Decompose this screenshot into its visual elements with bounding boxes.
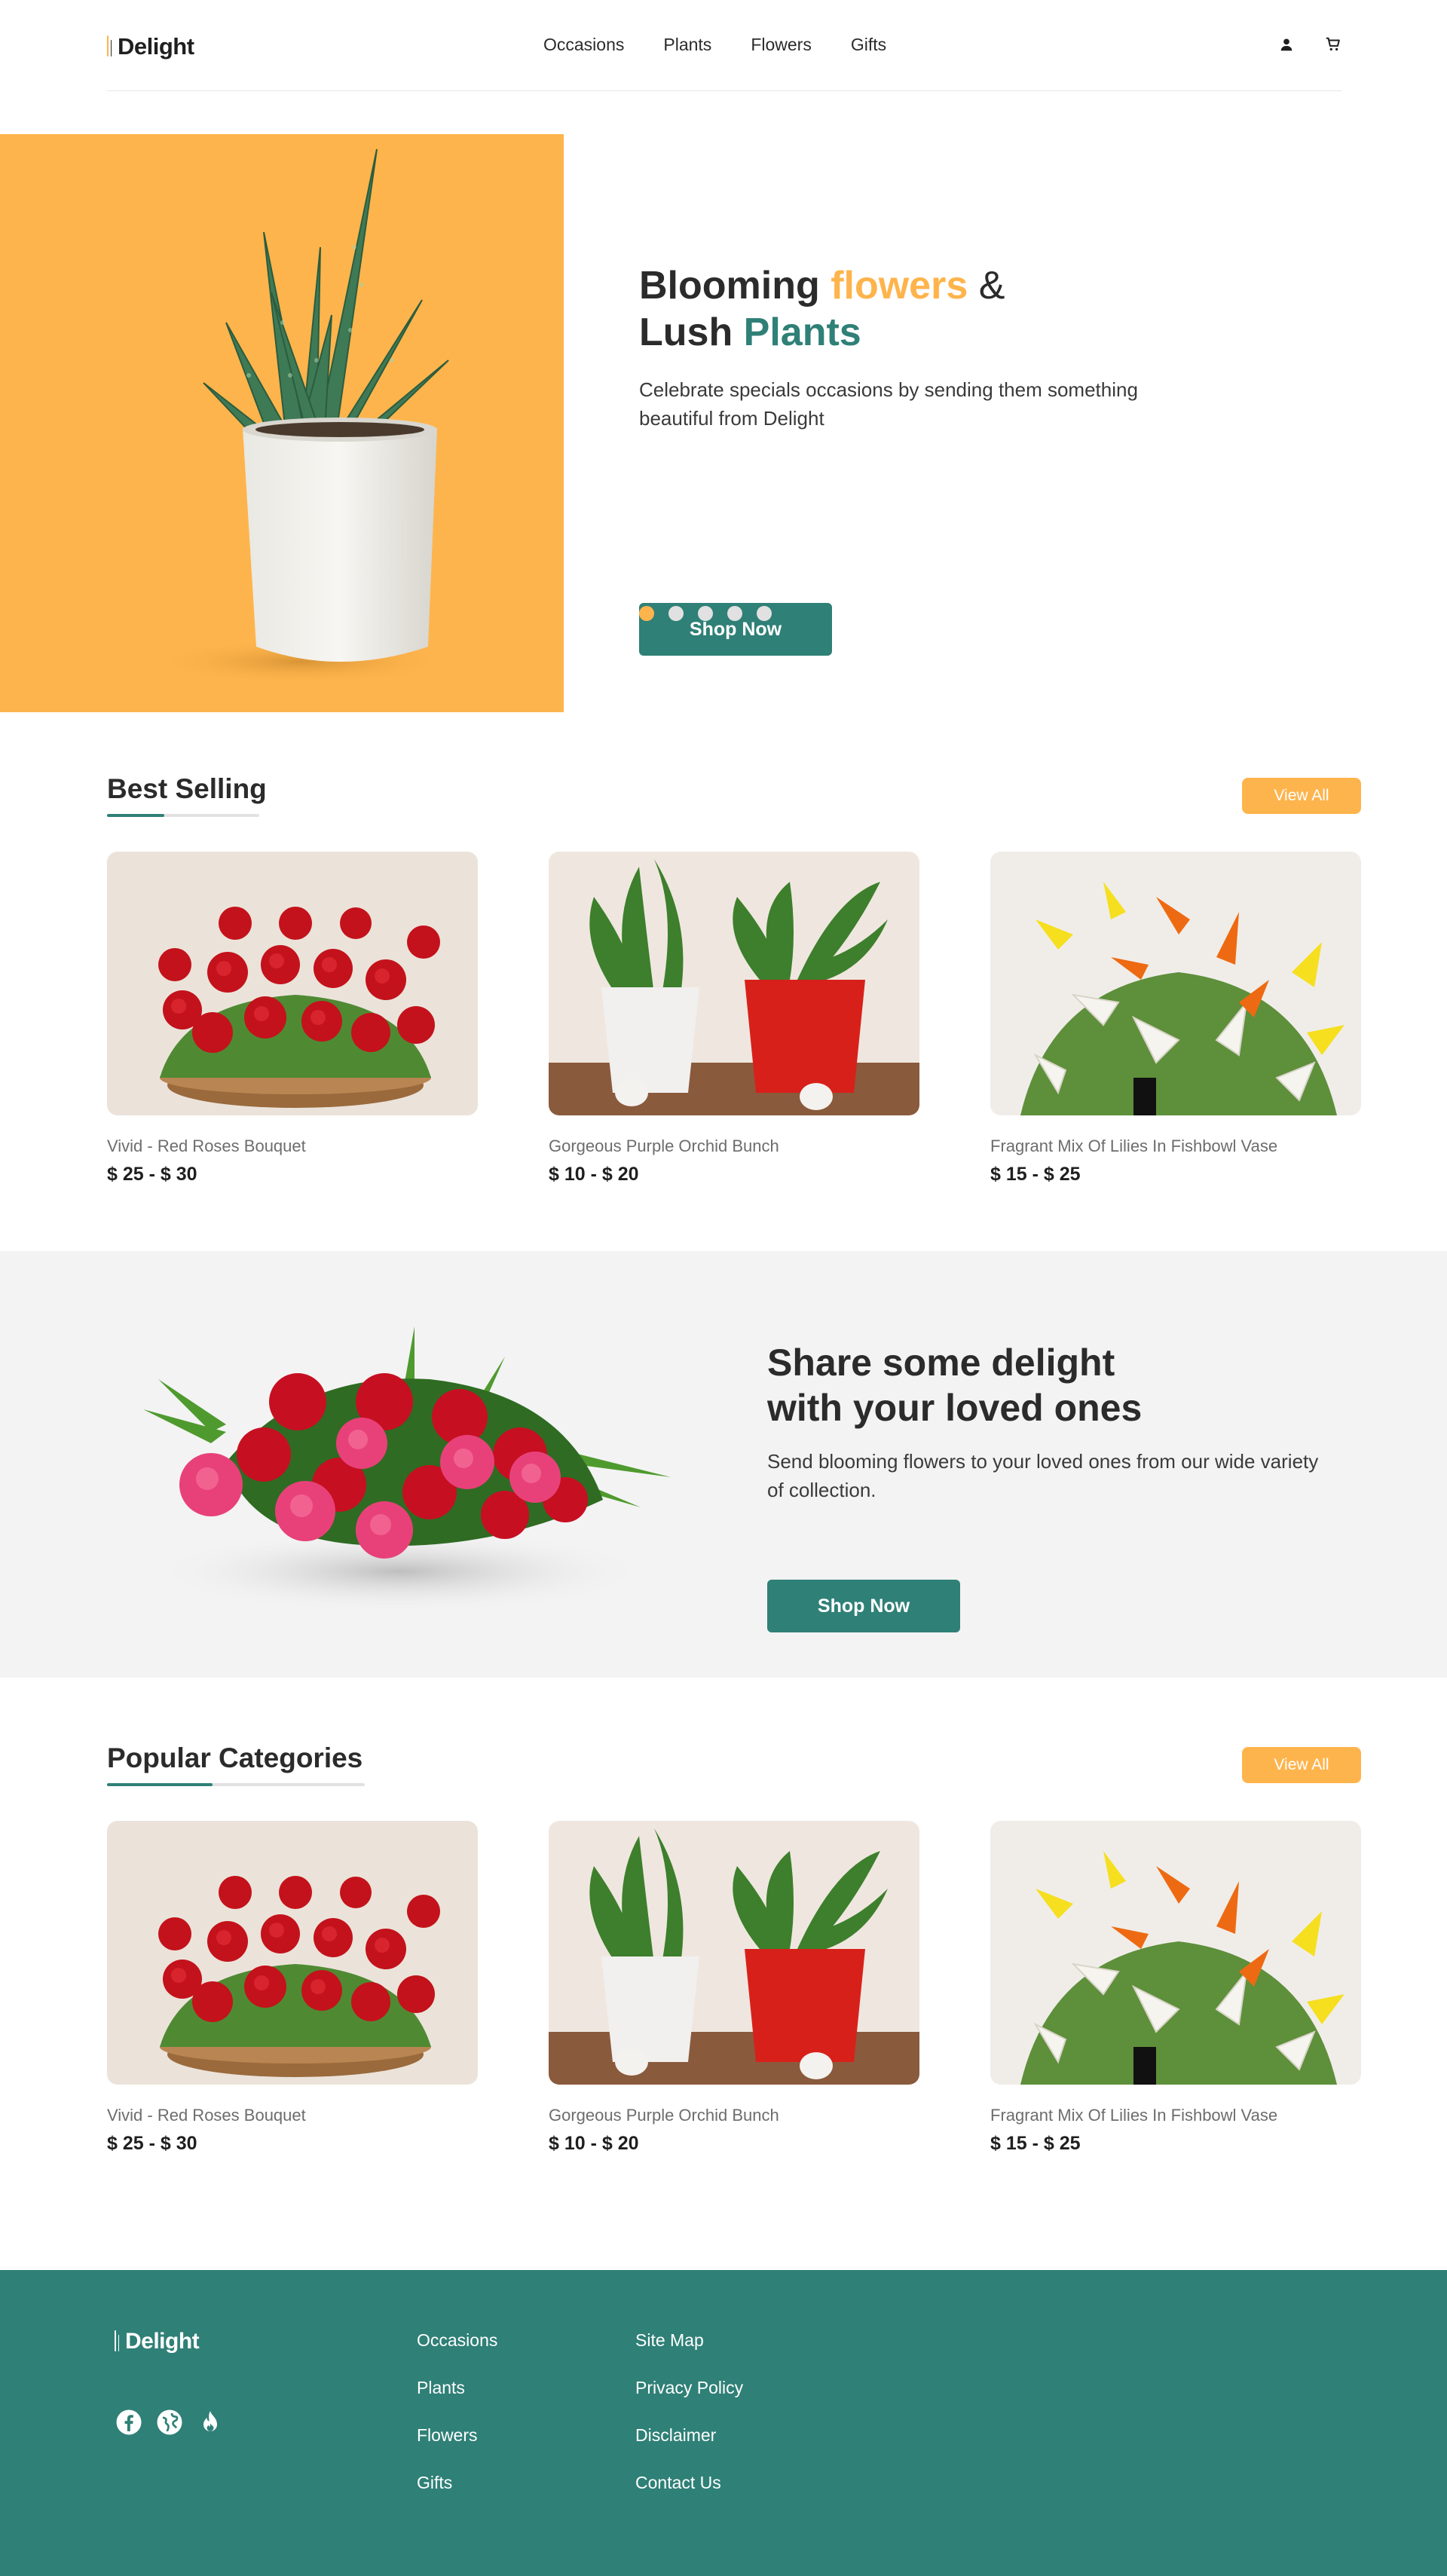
user-icon[interactable] bbox=[1278, 36, 1295, 53]
popular-categories-grid: Vivid - Red Roses Bouquet $ 25 - $ 30 Go… bbox=[107, 1821, 1361, 2155]
nav-item-plants[interactable]: Plants bbox=[663, 35, 711, 55]
promo-bouquet-image bbox=[113, 1311, 716, 1628]
footer-link-plants[interactable]: Plants bbox=[417, 2378, 497, 2397]
carousel-dot-2[interactable] bbox=[668, 606, 684, 621]
popular-categories-title: Popular Categories bbox=[107, 1742, 363, 1773]
product-name: Gorgeous Purple Orchid Bunch bbox=[549, 1137, 779, 1155]
hero-copy: Blooming flowers & Lush Plants Celebrate… bbox=[639, 262, 1212, 656]
nav-item-flowers[interactable]: Flowers bbox=[751, 35, 812, 55]
carousel-dot-4[interactable] bbox=[727, 606, 742, 621]
footer-column-info: Site Map Privacy Policy Disclaimer Conta… bbox=[635, 2330, 743, 2492]
product-price: $ 10 - $ 20 bbox=[549, 1164, 639, 1185]
product-image-roses bbox=[107, 852, 478, 1115]
carousel-dot-5[interactable] bbox=[757, 606, 772, 621]
popular-categories-underline bbox=[107, 1783, 365, 1786]
facebook-icon[interactable] bbox=[115, 2409, 142, 2436]
product-card[interactable]: Vivid - Red Roses Bouquet $ 25 - $ 30 bbox=[107, 1821, 478, 2155]
main-menu: Occasions Plants Flowers Gifts bbox=[543, 35, 886, 55]
product-card[interactable]: Gorgeous Purple Orchid Bunch $ 10 - $ 20 bbox=[549, 852, 919, 1186]
hero-title: Blooming flowers & Lush Plants bbox=[639, 262, 1212, 356]
footer-column-categories: Occasions Plants Flowers Gifts bbox=[417, 2330, 497, 2492]
footer-link-privacy-policy[interactable]: Privacy Policy bbox=[635, 2378, 743, 2397]
footer-link-occasions[interactable]: Occasions bbox=[417, 2330, 497, 2350]
hero-banner: Blooming flowers & Lush Plants Celebrate… bbox=[0, 134, 1447, 712]
product-name: Vivid - Red Roses Bouquet bbox=[107, 1137, 306, 1155]
carousel-dot-3[interactable] bbox=[698, 606, 713, 621]
footer-logo-mark-icon bbox=[115, 2330, 119, 2353]
brand-name: Delight bbox=[118, 33, 194, 60]
best-selling-view-all-button[interactable]: View All bbox=[1242, 778, 1361, 814]
social-links bbox=[115, 2409, 224, 2436]
popular-view-all-button[interactable]: View All bbox=[1242, 1747, 1361, 1783]
site-footer: Delight Occasions Plants Flowers Gifts S… bbox=[0, 2270, 1447, 2576]
footer-link-contact-us[interactable]: Contact Us bbox=[635, 2473, 743, 2492]
product-name: Fragrant Mix Of Lilies In Fishbowl Vase bbox=[990, 1137, 1278, 1155]
product-card[interactable]: Fragrant Mix Of Lilies In Fishbowl Vase … bbox=[990, 1821, 1361, 2155]
top-nav: Delight Occasions Plants Flowers Gifts bbox=[107, 0, 1341, 91]
hero-carousel-dots bbox=[639, 606, 772, 621]
promo-banner: Share some delight with your loved ones … bbox=[0, 1251, 1447, 1678]
product-name: Gorgeous Purple Orchid Bunch bbox=[549, 2106, 779, 2125]
footer-link-flowers[interactable]: Flowers bbox=[417, 2425, 497, 2445]
product-card[interactable]: Fragrant Mix Of Lilies In Fishbowl Vase … bbox=[990, 852, 1361, 1186]
best-selling-grid: Vivid - Red Roses Bouquet $ 25 - $ 30 Go… bbox=[107, 852, 1361, 1186]
hero-title-highlight-flowers: flowers bbox=[831, 264, 968, 307]
product-price: $ 25 - $ 30 bbox=[107, 2133, 197, 2154]
nav-item-occasions[interactable]: Occasions bbox=[543, 35, 624, 55]
hero-title-text: Blooming bbox=[639, 264, 831, 307]
product-price: $ 10 - $ 20 bbox=[549, 2133, 639, 2154]
carousel-dot-1[interactable] bbox=[639, 606, 654, 621]
hero-title-text-2: Lush bbox=[639, 311, 744, 354]
product-image-plants bbox=[549, 852, 919, 1115]
product-price: $ 15 - $ 25 bbox=[990, 1164, 1081, 1185]
best-selling-header: Best Selling View All bbox=[107, 773, 1361, 817]
promo-shop-now-button[interactable]: Shop Now bbox=[767, 1580, 960, 1632]
promo-title-line-2: with your loved ones bbox=[767, 1387, 1143, 1429]
best-selling-underline bbox=[107, 814, 259, 817]
product-image-plants bbox=[549, 1821, 919, 2085]
cart-icon[interactable] bbox=[1325, 36, 1341, 53]
promo-title-line-1: Share some delight bbox=[767, 1342, 1115, 1384]
nav-item-gifts[interactable]: Gifts bbox=[851, 35, 886, 55]
footer-link-gifts[interactable]: Gifts bbox=[417, 2473, 497, 2492]
product-card[interactable]: Gorgeous Purple Orchid Bunch $ 10 - $ 20 bbox=[549, 1821, 919, 2155]
footer-brand-logo[interactable]: Delight bbox=[115, 2329, 200, 2354]
product-price: $ 15 - $ 25 bbox=[990, 2133, 1081, 2154]
globe-icon[interactable] bbox=[156, 2409, 183, 2436]
hero-plant-image bbox=[0, 134, 564, 712]
popular-categories-header: Popular Categories View All bbox=[107, 1742, 1361, 1786]
product-image-roses bbox=[107, 1821, 478, 2085]
hero-title-amp: & bbox=[968, 264, 1005, 307]
logo-mark-icon bbox=[107, 35, 112, 58]
product-image-lilies bbox=[990, 1821, 1361, 2085]
product-name: Fragrant Mix Of Lilies In Fishbowl Vase bbox=[990, 2106, 1278, 2125]
promo-title: Share some delight with your loved ones bbox=[767, 1340, 1340, 1430]
footer-link-site-map[interactable]: Site Map bbox=[635, 2330, 743, 2350]
promo-copy: Share some delight with your loved ones … bbox=[767, 1340, 1340, 1632]
product-image-lilies bbox=[990, 852, 1361, 1115]
best-selling-title: Best Selling bbox=[107, 773, 267, 804]
product-price: $ 25 - $ 30 bbox=[107, 1164, 197, 1185]
promo-subtitle: Send blooming flowers to your loved ones… bbox=[767, 1450, 1319, 1501]
brand-logo[interactable]: Delight bbox=[107, 33, 194, 60]
product-name: Vivid - Red Roses Bouquet bbox=[107, 2106, 306, 2125]
nav-icons bbox=[1278, 36, 1341, 53]
fire-icon[interactable] bbox=[197, 2409, 224, 2436]
footer-brand-name: Delight bbox=[125, 2329, 200, 2354]
product-card[interactable]: Vivid - Red Roses Bouquet $ 25 - $ 30 bbox=[107, 852, 478, 1186]
footer-link-disclaimer[interactable]: Disclaimer bbox=[635, 2425, 743, 2445]
hero-title-highlight-plants: Plants bbox=[743, 311, 861, 354]
hero-subtitle: Celebrate specials occasions by sending … bbox=[639, 378, 1138, 430]
